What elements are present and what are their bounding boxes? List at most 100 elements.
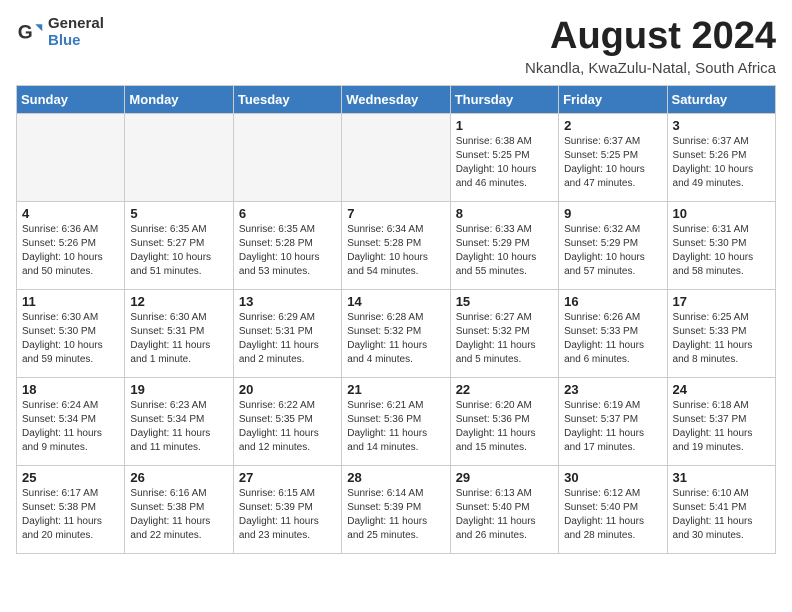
calendar-table: SundayMondayTuesdayWednesdayThursdayFrid… [16,85,776,554]
calendar-cell: 29Sunrise: 6:13 AM Sunset: 5:40 PM Dayli… [450,465,558,553]
day-number: 14 [347,294,444,309]
day-number: 1 [456,118,553,133]
day-number: 23 [564,382,661,397]
day-number: 24 [673,382,770,397]
day-number: 21 [347,382,444,397]
svg-text:G: G [18,22,33,43]
day-info: Sunrise: 6:18 AM Sunset: 5:37 PM Dayligh… [673,399,770,455]
logo-general-text: General [48,16,104,33]
day-number: 19 [130,382,227,397]
day-info: Sunrise: 6:27 AM Sunset: 5:32 PM Dayligh… [456,311,553,367]
day-number: 6 [239,206,336,221]
day-info: Sunrise: 6:35 AM Sunset: 5:28 PM Dayligh… [239,223,336,279]
weekday-header: Monday [125,85,233,113]
calendar-cell: 22 Sunrise: 6:20 AM Sunset: 5:36 PM Dayli… [450,377,558,465]
calendar-cell: 16 Sunrise: 6:26 AM Sunset: 5:33 PM Dayli… [559,289,667,377]
day-number: 27 [239,470,336,485]
day-info: Sunrise: 6:26 AM Sunset: 5:33 PM Dayligh… [564,311,661,367]
day-number: 8 [456,206,553,221]
calendar-cell: 19 Sunrise: 6:23 AM Sunset: 5:34 PM Dayli… [125,377,233,465]
weekday-header: Wednesday [342,85,450,113]
calendar-cell: 5 Sunrise: 6:35 AM Sunset: 5:27 PM Daylig… [125,201,233,289]
day-info: Sunrise: 6:34 AM Sunset: 5:28 PM Dayligh… [347,223,444,279]
day-number: 28 [347,470,444,485]
day-info: Sunrise: 6:25 AM Sunset: 5:33 PM Dayligh… [673,311,770,367]
weekday-header: Tuesday [233,85,341,113]
day-info: Sunrise: 6:12 AM Sunset: 5:40 PM Dayligh… [564,487,661,543]
day-number: 22 [456,382,553,397]
calendar-cell: 7 Sunrise: 6:34 AM Sunset: 5:28 PM Daylig… [342,201,450,289]
day-info: Sunrise: 6:32 AM Sunset: 5:29 PM Dayligh… [564,223,661,279]
calendar-cell: 30Sunrise: 6:12 AM Sunset: 5:40 PM Dayli… [559,465,667,553]
day-info: Sunrise: 6:17 AM Sunset: 5:38 PM Dayligh… [22,487,119,543]
day-number: 20 [239,382,336,397]
page-header: G General Blue August 2024 Nkandla, KwaZ… [16,16,776,77]
weekday-header: Thursday [450,85,558,113]
calendar-week-row: 4Sunrise: 6:36 AM Sunset: 5:26 PM Daylig… [17,201,776,289]
day-number: 2 [564,118,661,133]
day-info: Sunrise: 6:20 AM Sunset: 5:36 PM Dayligh… [456,399,553,455]
calendar-cell: 20 Sunrise: 6:22 AM Sunset: 5:35 PM Dayli… [233,377,341,465]
day-number: 5 [130,206,227,221]
calendar-cell: 13 Sunrise: 6:29 AM Sunset: 5:31 PM Dayli… [233,289,341,377]
day-number: 17 [673,294,770,309]
calendar-cell: 1 Sunrise: 6:38 AM Sunset: 5:25 PM Daylig… [450,113,558,201]
calendar-cell: 24 Sunrise: 6:18 AM Sunset: 5:37 PM Dayli… [667,377,775,465]
day-info: Sunrise: 6:33 AM Sunset: 5:29 PM Dayligh… [456,223,553,279]
day-number: 3 [673,118,770,133]
day-number: 18 [22,382,119,397]
day-info: Sunrise: 6:15 AM Sunset: 5:39 PM Dayligh… [239,487,336,543]
calendar-week-row: 1 Sunrise: 6:38 AM Sunset: 5:25 PM Daylig… [17,113,776,201]
day-number: 25 [22,470,119,485]
location: Nkandla, KwaZulu-Natal, South Africa [525,60,776,77]
calendar-week-row: 11Sunrise: 6:30 AM Sunset: 5:30 PM Dayli… [17,289,776,377]
day-number: 26 [130,470,227,485]
day-info: Sunrise: 6:28 AM Sunset: 5:32 PM Dayligh… [347,311,444,367]
calendar-cell: 14 Sunrise: 6:28 AM Sunset: 5:32 PM Dayli… [342,289,450,377]
logo-text: General Blue [48,16,104,49]
calendar-cell [17,113,125,201]
logo-blue-text: Blue [48,33,104,50]
day-number: 13 [239,294,336,309]
day-info: Sunrise: 6:35 AM Sunset: 5:27 PM Dayligh… [130,223,227,279]
weekday-header: Sunday [17,85,125,113]
calendar-cell [125,113,233,201]
month-title: August 2024 [525,16,776,58]
day-info: Sunrise: 6:24 AM Sunset: 5:34 PM Dayligh… [22,399,119,455]
day-info: Sunrise: 6:22 AM Sunset: 5:35 PM Dayligh… [239,399,336,455]
calendar-cell: 28 Sunrise: 6:14 AM Sunset: 5:39 PM Dayli… [342,465,450,553]
day-info: Sunrise: 6:30 AM Sunset: 5:30 PM Dayligh… [22,311,119,367]
day-number: 10 [673,206,770,221]
weekday-header: Saturday [667,85,775,113]
calendar-cell: 15Sunrise: 6:27 AM Sunset: 5:32 PM Dayli… [450,289,558,377]
day-number: 7 [347,206,444,221]
calendar-cell [342,113,450,201]
day-info: Sunrise: 6:30 AM Sunset: 5:31 PM Dayligh… [130,311,227,367]
day-number: 31 [673,470,770,485]
day-info: Sunrise: 6:37 AM Sunset: 5:26 PM Dayligh… [673,135,770,191]
calendar-header: SundayMondayTuesdayWednesdayThursdayFrid… [17,85,776,113]
weekday-header: Friday [559,85,667,113]
calendar-body: 1 Sunrise: 6:38 AM Sunset: 5:25 PM Daylig… [17,113,776,553]
day-info: Sunrise: 6:23 AM Sunset: 5:34 PM Dayligh… [130,399,227,455]
day-info: Sunrise: 6:29 AM Sunset: 5:31 PM Dayligh… [239,311,336,367]
calendar-cell: 21 Sunrise: 6:21 AM Sunset: 5:36 PM Dayli… [342,377,450,465]
day-info: Sunrise: 6:10 AM Sunset: 5:41 PM Dayligh… [673,487,770,543]
day-number: 16 [564,294,661,309]
title-block: August 2024 Nkandla, KwaZulu-Natal, Sout… [525,16,776,77]
day-number: 12 [130,294,227,309]
logo: G General Blue [16,16,104,49]
day-info: Sunrise: 6:21 AM Sunset: 5:36 PM Dayligh… [347,399,444,455]
calendar-cell: 6 Sunrise: 6:35 AM Sunset: 5:28 PM Daylig… [233,201,341,289]
day-info: Sunrise: 6:14 AM Sunset: 5:39 PM Dayligh… [347,487,444,543]
day-info: Sunrise: 6:16 AM Sunset: 5:38 PM Dayligh… [130,487,227,543]
day-info: Sunrise: 6:31 AM Sunset: 5:30 PM Dayligh… [673,223,770,279]
calendar-cell [233,113,341,201]
day-info: Sunrise: 6:38 AM Sunset: 5:25 PM Dayligh… [456,135,553,191]
day-number: 29 [456,470,553,485]
calendar-cell: 23Sunrise: 6:19 AM Sunset: 5:37 PM Dayli… [559,377,667,465]
calendar-cell: 26 Sunrise: 6:16 AM Sunset: 5:38 PM Dayli… [125,465,233,553]
calendar-cell: 3 Sunrise: 6:37 AM Sunset: 5:26 PM Daylig… [667,113,775,201]
day-number: 4 [22,206,119,221]
calendar-week-row: 25 Sunrise: 6:17 AM Sunset: 5:38 PM Dayli… [17,465,776,553]
